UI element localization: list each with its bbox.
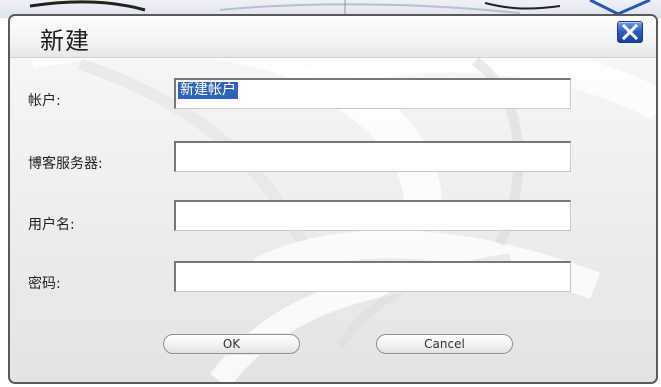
blog-server-label: 博客服务器: (28, 156, 103, 172)
account-label: 帐户: (28, 93, 61, 109)
new-account-dialog: 新建 帐户: 新建帐户 博客服务器: 用户名: 密码: OK Cancel (8, 14, 658, 384)
account-input[interactable]: 新建帐户 (174, 78, 571, 109)
screen: 新建 帐户: 新建帐户 博客服务器: 用户名: 密码: OK Cancel (0, 0, 661, 387)
password-input[interactable] (174, 261, 571, 292)
account-input-selected-value[interactable]: 新建帐户 (178, 82, 238, 99)
dialog-title-bar: 新建 (10, 16, 656, 58)
password-label: 密码: (28, 276, 61, 292)
blog-server-input[interactable] (174, 141, 571, 172)
dialog-title: 新建 (40, 27, 90, 55)
close-icon (621, 23, 639, 41)
close-button[interactable] (617, 21, 643, 43)
cancel-button[interactable]: Cancel (376, 334, 513, 354)
username-label: 用户名: (28, 217, 75, 233)
ok-button[interactable]: OK (163, 334, 300, 354)
username-input[interactable] (174, 200, 571, 231)
